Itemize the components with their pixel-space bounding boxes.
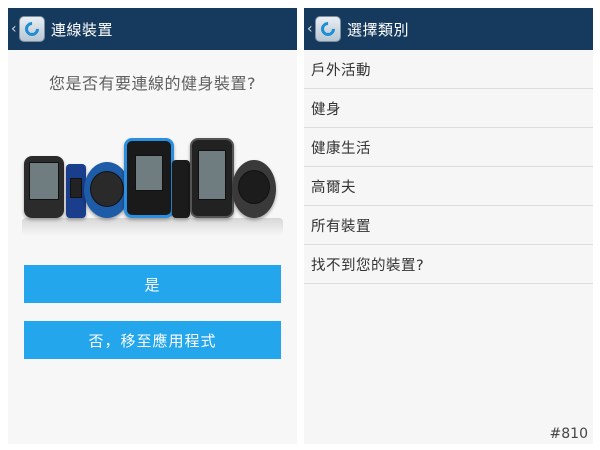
page-title: 連線裝置 <box>51 20 114 39</box>
yes-button[interactable]: 是 <box>24 265 281 303</box>
category-item-fitness[interactable]: 健身 <box>304 89 593 128</box>
device-reflection <box>22 218 283 236</box>
garmin-connect-app-icon[interactable] <box>19 16 45 42</box>
app-bar: ‹ 連線裝置 <box>8 8 297 50</box>
device-lineup-image <box>22 126 283 236</box>
square-sport-watch-image <box>124 138 174 218</box>
select-category-screen: ‹ 選擇類別 戶外活動 健身 健康生活 高爾夫 所有裝置 找不到您的裝置? <box>304 8 593 444</box>
outdoor-watch-image <box>232 160 276 218</box>
fitness-band-image <box>66 164 86 218</box>
back-chevron-icon[interactable]: ‹ <box>307 22 315 36</box>
rectangular-watch-image <box>190 138 234 218</box>
app-bar: ‹ 選擇類別 <box>304 8 593 50</box>
bike-computer-image <box>24 156 64 218</box>
category-item-wellness[interactable]: 健康生活 <box>304 128 593 167</box>
no-go-to-app-button[interactable]: 否，移至應用程式 <box>24 321 281 359</box>
page-title: 選擇類別 <box>347 20 410 39</box>
back-chevron-icon[interactable]: ‹ <box>11 22 19 36</box>
category-list: 戶外活動 健身 健康生活 高爾夫 所有裝置 找不到您的裝置? <box>304 50 593 284</box>
watermark-label: #810 <box>549 426 588 442</box>
dark-band-image <box>172 160 190 218</box>
garmin-connect-app-icon[interactable] <box>315 16 341 42</box>
category-item-outdoor[interactable]: 戶外活動 <box>304 50 593 89</box>
category-item-golf[interactable]: 高爾夫 <box>304 167 593 206</box>
connect-device-screen: ‹ 連線裝置 您是否有要連線的健身裝置? 是 否，移至應用程式 <box>8 8 297 444</box>
category-item-all-devices[interactable]: 所有裝置 <box>304 206 593 245</box>
category-item-cant-find[interactable]: 找不到您的裝置? <box>304 245 593 284</box>
connect-question: 您是否有要連線的健身裝置? <box>49 74 256 93</box>
